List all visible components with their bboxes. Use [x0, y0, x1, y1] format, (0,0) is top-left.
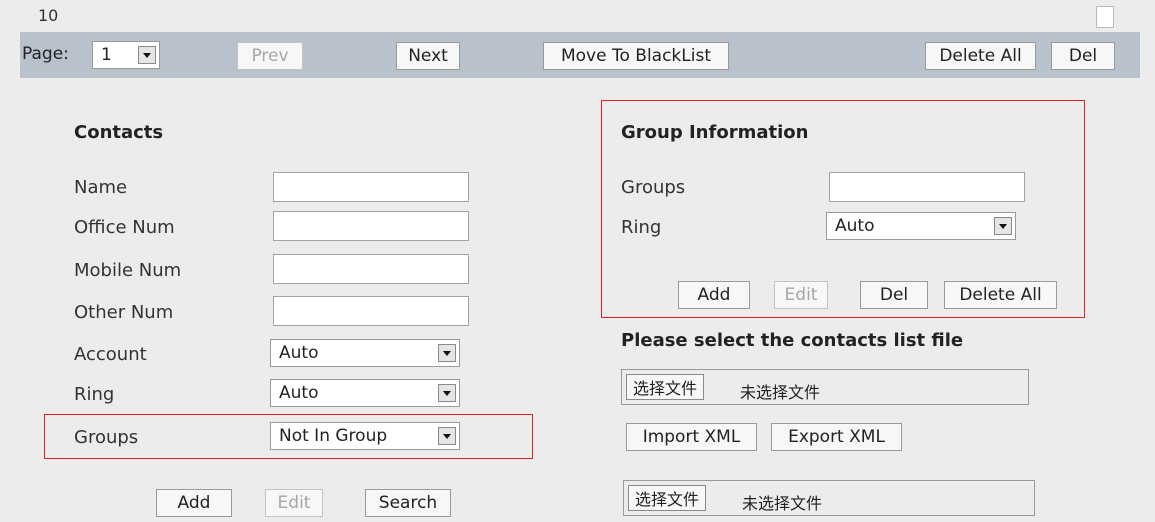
- del-group-button[interactable]: Del: [860, 281, 928, 309]
- no-xml-file-chosen-text: 未选择文件: [742, 494, 823, 513]
- add-contact-button[interactable]: Add: [156, 489, 232, 517]
- edit-contact-button[interactable]: Edit: [265, 489, 323, 517]
- other-num-input[interactable]: [273, 296, 469, 326]
- del-contact-button[interactable]: Del: [1051, 42, 1115, 70]
- groups-select-value: Not In Group: [279, 426, 388, 446]
- mobile-num-input[interactable]: [273, 254, 469, 284]
- choose-file-button[interactable]: 选择文件: [626, 374, 705, 400]
- chevron-down-icon: [438, 384, 456, 402]
- chevron-down-icon: [438, 427, 456, 445]
- group-ring-label: Ring: [621, 217, 662, 238]
- ring-label: Ring: [74, 384, 115, 405]
- group-info-heading: Group Information: [621, 122, 809, 143]
- group-name-input[interactable]: [829, 172, 1025, 202]
- account-select-value: Auto: [279, 343, 319, 363]
- search-contact-button[interactable]: Search: [365, 489, 451, 517]
- row-checkbox[interactable]: [1096, 6, 1114, 28]
- chevron-down-icon: [138, 46, 156, 64]
- choose-xml-file-button[interactable]: 选择文件: [628, 485, 707, 511]
- page-select-value: 1: [101, 45, 112, 65]
- contacts-file-heading: Please select the contacts list file: [621, 330, 964, 351]
- mobile-num-label: Mobile Num: [74, 260, 182, 281]
- next-button[interactable]: Next: [396, 42, 460, 70]
- account-label: Account: [74, 344, 147, 365]
- office-num-label: Office Num: [74, 217, 175, 238]
- groups-label: Groups: [74, 427, 139, 448]
- contacts-list-last-row: [20, 0, 1140, 32]
- no-file-chosen-text: 未选择文件: [740, 383, 821, 402]
- import-xml-button[interactable]: Import XML: [626, 423, 757, 451]
- add-group-button[interactable]: Add: [678, 281, 750, 309]
- group-ring-select[interactable]: Auto: [826, 212, 1016, 240]
- page-select[interactable]: 1: [92, 41, 160, 69]
- chevron-down-icon: [438, 344, 456, 362]
- group-ring-select-value: Auto: [835, 216, 875, 236]
- office-num-input[interactable]: [273, 211, 469, 241]
- groups-select[interactable]: Not In Group: [270, 422, 460, 450]
- export-xml-button[interactable]: Export XML: [771, 423, 902, 451]
- name-input[interactable]: [273, 172, 469, 202]
- edit-group-button[interactable]: Edit: [774, 281, 828, 309]
- contacts-heading: Contacts: [74, 122, 164, 143]
- xml-file-input[interactable]: 选择文件 未选择文件: [623, 480, 1035, 516]
- ring-select-value: Auto: [279, 383, 319, 403]
- row-number: 10: [38, 6, 59, 25]
- prev-button[interactable]: Prev: [237, 42, 303, 70]
- other-num-label: Other Num: [74, 302, 174, 323]
- move-to-blacklist-button[interactable]: Move To BlackList: [543, 42, 729, 70]
- delete-all-contacts-button[interactable]: Delete All: [925, 42, 1036, 70]
- ring-select[interactable]: Auto: [270, 379, 460, 407]
- delete-all-groups-button[interactable]: Delete All: [944, 281, 1057, 309]
- contacts-file-input[interactable]: 选择文件 未选择文件: [621, 369, 1029, 405]
- account-select[interactable]: Auto: [270, 339, 460, 367]
- chevron-down-icon: [994, 217, 1012, 235]
- group-name-label: Groups: [621, 177, 686, 198]
- name-label: Name: [74, 177, 128, 198]
- page-label: Page:: [22, 44, 69, 64]
